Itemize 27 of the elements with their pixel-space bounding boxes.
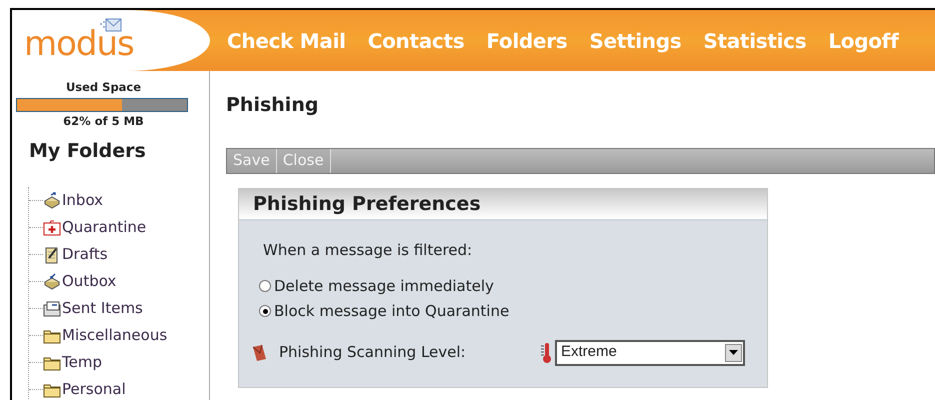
folder-link[interactable]: Temp: [62, 351, 102, 374]
prompt-text: When a message is filtered:: [263, 240, 474, 261]
used-space-label: Used Space: [64, 79, 142, 96]
envelope-icon: [251, 344, 267, 362]
radio-button[interactable]: [259, 305, 271, 317]
used-space-reading: 62% of 5 MB: [62, 113, 145, 130]
radio-label: Delete message immediately: [274, 276, 494, 297]
folder-link[interactable]: Inbox: [62, 189, 104, 212]
scanning-level-dropdown[interactable]: Extreme: [555, 340, 745, 366]
outbox-tray-icon: [43, 272, 61, 290]
folder-link[interactable]: Outbox: [62, 270, 116, 293]
thermometer-icon: [541, 342, 553, 364]
panel-title: Phishing Preferences: [239, 188, 767, 221]
folder-link[interactable]: Miscellaneous: [62, 324, 168, 347]
folder-link[interactable]: Drafts: [62, 243, 108, 266]
folders-heading: My Folders: [29, 138, 147, 164]
medical-folder-icon: [43, 218, 61, 236]
logo: modus: [24, 26, 134, 60]
folder-link[interactable]: Quarantine: [62, 216, 146, 239]
sent-tray-icon: [43, 300, 61, 318]
folder-link[interactable]: Personal: [62, 378, 126, 400]
radio-label: Block message into Quarantine: [274, 300, 510, 322]
page-title: Phishing: [226, 93, 320, 118]
scanning-level-label: Phishing Scanning Level:: [279, 342, 467, 364]
radio-button[interactable]: [259, 280, 271, 292]
inbox-tray-icon: [43, 192, 61, 210]
folder-link[interactable]: Sent Items: [62, 297, 143, 320]
